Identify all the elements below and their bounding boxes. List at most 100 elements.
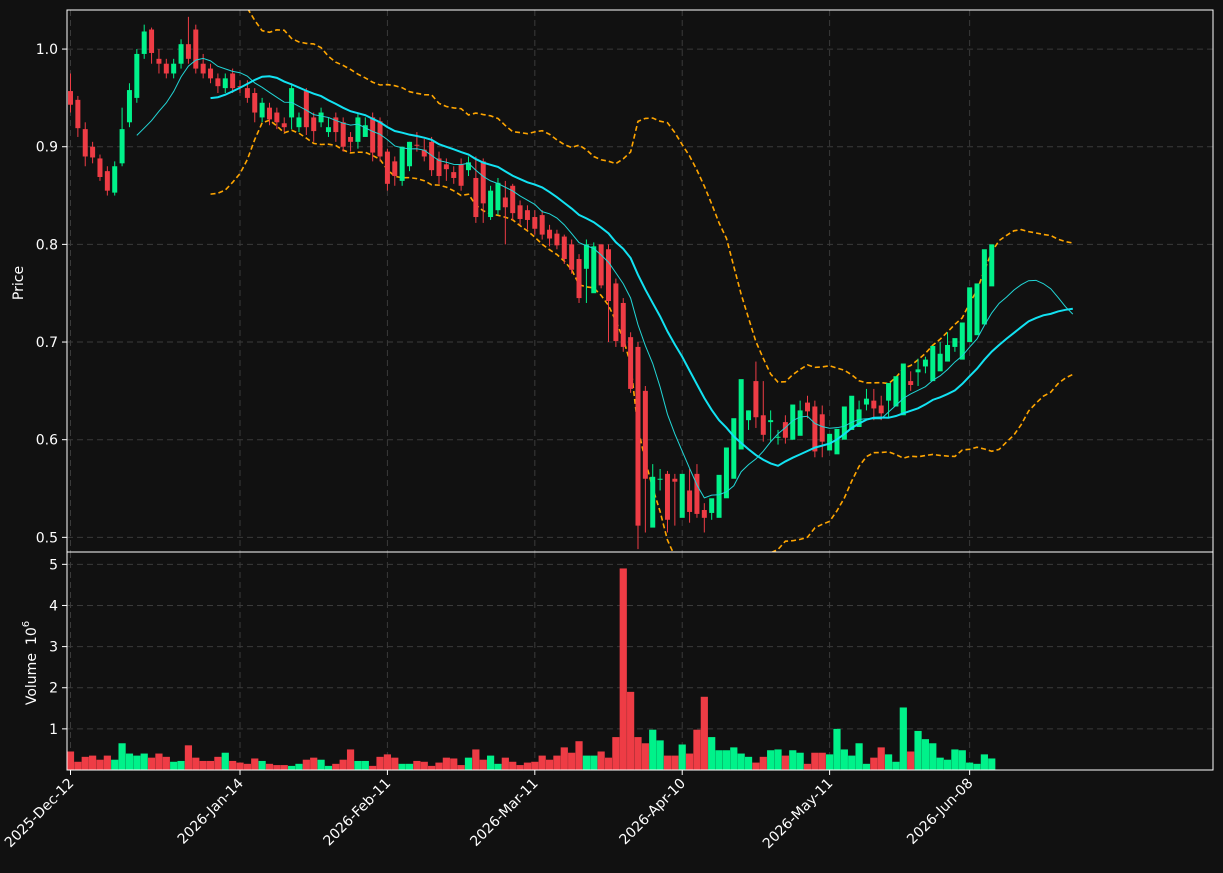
volume-bar — [590, 755, 598, 770]
volume-bar — [501, 757, 509, 770]
candle-body — [355, 117, 361, 142]
volume-bar — [346, 749, 355, 770]
volume-bar — [936, 757, 944, 770]
volume-tick-label: 5 — [49, 557, 58, 573]
volume-bar — [162, 756, 170, 770]
volume-bar — [943, 759, 952, 770]
candle-body — [384, 151, 390, 184]
candle-body — [812, 406, 818, 452]
volume-bar — [855, 743, 863, 770]
candle-body — [517, 205, 523, 219]
candle-body — [554, 233, 560, 246]
candle-body — [908, 381, 914, 386]
candle-body — [82, 129, 88, 157]
volume-bar — [870, 757, 878, 770]
candle-body — [900, 363, 906, 416]
price-tick-label: 0.8 — [36, 237, 58, 253]
volume-bar — [229, 760, 237, 770]
candle-body — [716, 474, 722, 518]
volume-bar — [435, 762, 443, 770]
price-tick-label: 0.9 — [36, 140, 58, 156]
candle-body — [134, 53, 140, 98]
candle-body — [325, 127, 331, 133]
candle-body — [981, 249, 987, 325]
candle-body — [156, 58, 162, 64]
candle-body — [606, 249, 612, 302]
volume-bar — [361, 760, 369, 770]
volume-bar — [332, 763, 340, 770]
volume-bar — [324, 765, 333, 770]
candle-body — [657, 478, 663, 480]
volume-bar — [398, 763, 406, 770]
candle-body — [149, 29, 155, 53]
volume-bar — [354, 760, 362, 770]
volume-bar — [280, 765, 288, 770]
candle-body — [244, 88, 250, 98]
volume-bar — [494, 763, 502, 770]
volume-bar — [133, 755, 141, 770]
volume-tick-label: 1 — [49, 722, 58, 738]
volume-label-text: Volume — [24, 653, 40, 705]
volume-bar — [892, 761, 900, 770]
candle-body — [112, 166, 118, 193]
volume-bar — [966, 762, 974, 770]
volume-y-axis-label: Volume 106 — [21, 621, 40, 705]
volume-tick-label: 2 — [49, 681, 58, 697]
volume-bar — [273, 765, 281, 770]
volume-bar — [789, 750, 797, 770]
candle-body — [635, 346, 641, 526]
candle-body — [709, 498, 715, 513]
candle-body — [598, 244, 604, 286]
candle-body — [171, 63, 177, 74]
candle-body — [834, 428, 840, 455]
volume-unit-exponent: 6 — [21, 621, 32, 627]
candle-body — [458, 164, 464, 186]
candle-body — [377, 121, 383, 157]
candle-body — [738, 379, 744, 450]
volume-bar — [722, 750, 731, 770]
candle-body — [569, 244, 575, 270]
volume-bar — [236, 762, 244, 770]
volume-bar — [221, 752, 229, 770]
candle-body — [819, 414, 825, 442]
volume-bar — [848, 755, 856, 770]
volume-bar — [265, 763, 274, 770]
volume-bar — [796, 752, 804, 770]
volume-bar — [781, 755, 789, 770]
price-y-axis-label: Price — [11, 266, 27, 300]
volume-bar — [619, 568, 627, 770]
candle-body — [753, 381, 759, 418]
candle-body — [583, 244, 589, 269]
volume-bar — [317, 759, 325, 770]
volume-bar — [730, 747, 738, 770]
candle-body — [75, 99, 81, 129]
candle-body — [126, 90, 132, 123]
candle-body — [930, 345, 936, 382]
volume-bar — [921, 739, 930, 770]
candle-body — [576, 259, 582, 299]
volume-bar — [413, 760, 421, 770]
candle-body — [893, 376, 899, 407]
volume-bar — [914, 730, 922, 770]
candle-body — [974, 283, 980, 336]
candle-body — [178, 44, 184, 64]
candle-body — [274, 112, 280, 123]
candle-body — [922, 359, 928, 367]
volume-bar — [295, 763, 303, 770]
volume-bar — [103, 755, 111, 770]
candle-body — [193, 29, 199, 69]
volume-bar — [243, 763, 251, 770]
volume-bar — [803, 763, 812, 770]
volume-bar — [184, 745, 193, 770]
volume-bar — [523, 762, 532, 770]
volume-bar — [818, 752, 826, 770]
volume-bar — [140, 753, 148, 770]
candle-body — [407, 141, 413, 167]
volume-bar — [568, 752, 576, 770]
volume-bar — [472, 749, 480, 770]
volume-bar — [612, 737, 620, 770]
volume-bar — [988, 758, 996, 770]
volume-bar — [206, 760, 215, 770]
volume-bar — [66, 751, 75, 770]
candle-body — [495, 182, 501, 211]
